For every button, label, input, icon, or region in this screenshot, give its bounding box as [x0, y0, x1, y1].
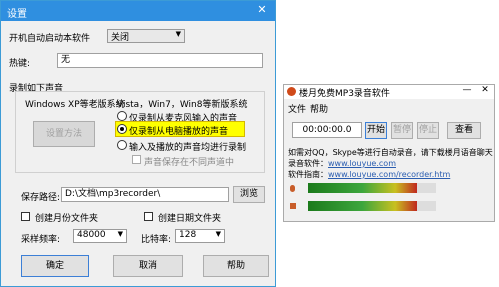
date-folder-checkbox[interactable]: [144, 212, 153, 221]
close-icon[interactable]: ✕: [478, 85, 492, 95]
start-button[interactable]: 开始: [365, 122, 387, 139]
hotkey-input[interactable]: 无: [57, 53, 263, 68]
recorder-window: 楼月免费MP3录音软件 — ✕ 文件 帮助 00:00:00.0 开始 暂停 停…: [283, 84, 495, 222]
ok-button[interactable]: 确定: [21, 255, 89, 277]
radio-both[interactable]: [117, 140, 127, 150]
setup-method-button[interactable]: 设置方法: [33, 121, 95, 147]
speaker-level-track: [308, 201, 436, 211]
minimize-icon[interactable]: —: [460, 85, 474, 95]
save-path-label: 保存路径:: [21, 193, 61, 203]
radio-mic[interactable]: [117, 111, 127, 121]
info-line-3-prefix: 软件指南：: [288, 170, 328, 179]
stop-button[interactable]: 停止: [417, 122, 439, 139]
time-value: 00:00:00.0: [302, 125, 352, 135]
menu-help[interactable]: 帮助: [310, 102, 328, 115]
pause-button[interactable]: 暂停: [391, 122, 413, 139]
mic-level-bar: [308, 183, 417, 193]
hotkey-label: 热键:: [9, 59, 31, 69]
app-logo-icon: [287, 87, 296, 96]
info-line-2-prefix: 录音软件：: [288, 159, 328, 168]
settings-title: 设置: [7, 9, 27, 20]
menu-file[interactable]: 文件: [288, 102, 306, 115]
radio-both-label: 输入及播放的声音均进行录制: [129, 143, 247, 153]
radio-pc[interactable]: [117, 124, 127, 134]
sample-rate-label: 采样频率:: [21, 235, 61, 245]
separate-channel-label: 声音保存在不同声道中: [144, 158, 235, 168]
separate-channel-checkbox[interactable]: [132, 155, 141, 164]
speaker-level-bar: [308, 201, 417, 211]
time-display: 00:00:00.0: [292, 122, 362, 138]
sample-rate-select[interactable]: 48000 ▼: [73, 229, 127, 243]
bitrate-select[interactable]: 128 ▼: [175, 229, 225, 243]
chevron-down-icon: ▼: [215, 230, 221, 238]
hotkey-value: 无: [61, 55, 71, 65]
radio-pc-label: 仅录制从电脑播放的声音: [129, 127, 229, 137]
screen: { "settings": { "title": "设置", "autostar…: [0, 0, 499, 287]
recorder-title: 楼月免费MP3录音软件: [299, 89, 390, 99]
recorder-titlebar[interactable]: 楼月免费MP3录音软件 — ✕: [284, 85, 494, 99]
save-path-input[interactable]: D:\文档\mp3recorder\: [61, 187, 229, 202]
close-icon[interactable]: ✕: [251, 1, 273, 19]
chevron-down-icon: ▼: [117, 230, 123, 238]
guide-link[interactable]: www.louyue.com/recorder.htm: [328, 170, 450, 179]
settings-titlebar[interactable]: 设置 ✕: [1, 1, 275, 21]
month-folder-label: 创建月份文件夹: [35, 214, 99, 224]
browse-button[interactable]: 浏览: [233, 186, 265, 203]
speaker-icon: [290, 203, 296, 209]
info-line-1: 如需对QQ，Skype等进行自动录音，请下载楼月语音聊天: [288, 148, 493, 157]
xp-header: Windows XP等老版系统: [25, 100, 125, 110]
help-button[interactable]: 帮助: [203, 255, 269, 277]
sample-rate-value: 48000: [77, 230, 106, 240]
autostart-select[interactable]: 关闭 ▼: [107, 29, 185, 43]
bitrate-value: 128: [179, 230, 197, 240]
autostart-value: 关闭: [111, 33, 130, 43]
save-path-value: D:\文档\mp3recorder\: [65, 189, 161, 199]
vista-header: Vista，Win7，Win8等新版系统: [117, 100, 248, 110]
chevron-down-icon: ▼: [175, 30, 181, 38]
cancel-button[interactable]: 取消: [113, 255, 183, 277]
download-link[interactable]: www.louyue.com: [328, 159, 396, 168]
date-folder-label: 创建日期文件夹: [158, 214, 222, 224]
view-button[interactable]: 查看: [447, 122, 481, 139]
mic-level-track: [308, 183, 436, 193]
autostart-label: 开机自动启动本软件: [9, 34, 91, 44]
bitrate-label: 比特率:: [141, 235, 172, 245]
info-text: 如需对QQ，Skype等进行自动录音，请下载楼月语音聊天 录音软件：www.lo…: [288, 147, 493, 180]
settings-window: 设置 ✕ 开机自动启动本软件 关闭 ▼ 热键: 无 录制如下声音 Windows…: [0, 0, 276, 287]
month-folder-checkbox[interactable]: [21, 212, 30, 221]
microphone-icon: [290, 185, 295, 192]
